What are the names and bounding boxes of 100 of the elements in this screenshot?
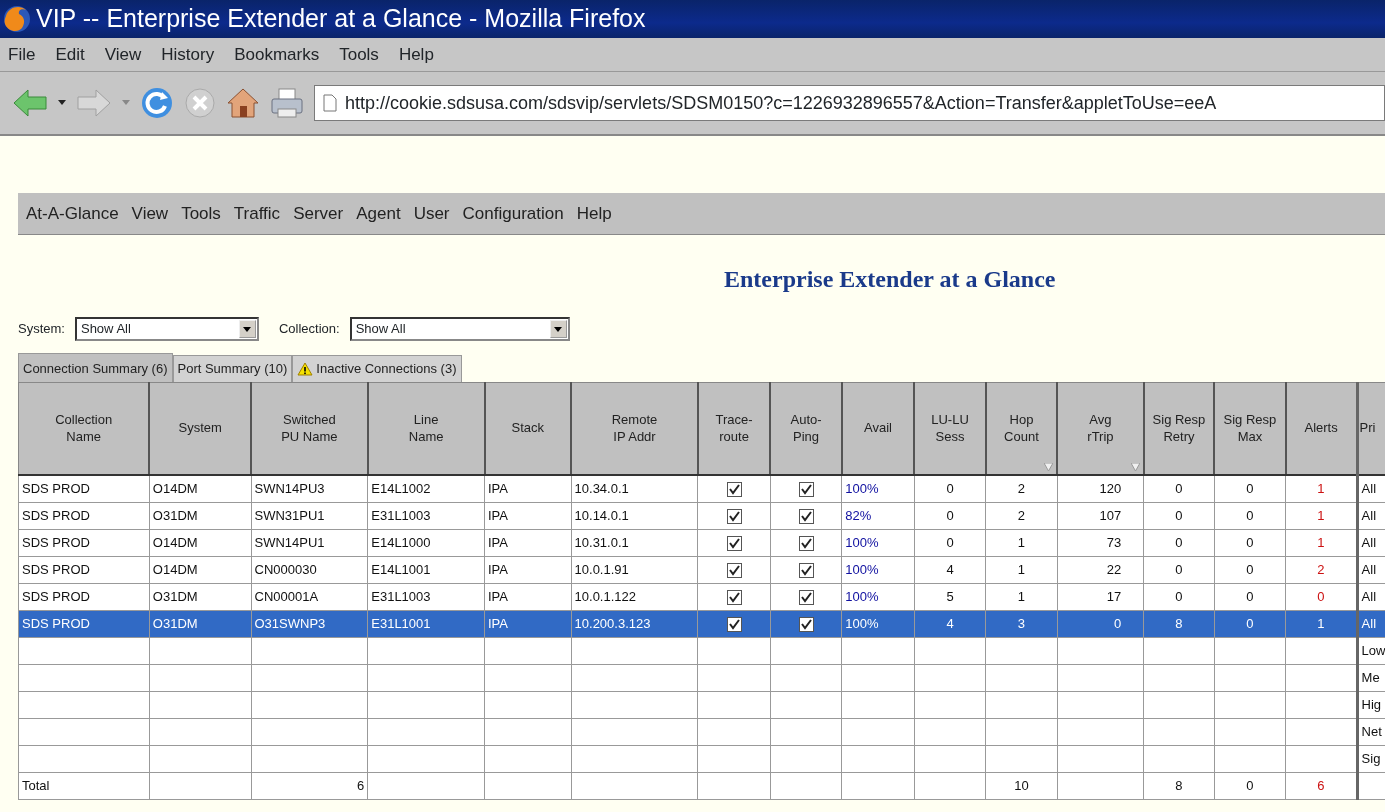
checkbox[interactable] <box>726 589 742 605</box>
column-header[interactable]: Hop Count <box>985 382 1058 475</box>
reload-icon[interactable] <box>140 86 174 120</box>
table-cell: 17 <box>1106 588 1122 604</box>
menu-item[interactable]: Tools <box>339 41 379 68</box>
address-field[interactable]: http://cookie.sdsusa.com/sdsvip/servlets/SDSM0150?c=1226932896557&Action=Transfer&appletToUse=eeA <box>314 85 1385 121</box>
checkbox[interactable] <box>726 508 742 524</box>
table-cell: 3 <box>1017 615 1026 631</box>
menu-item[interactable]: Bookmarks <box>234 41 320 68</box>
table-cell: 10.14.0.1 <box>574 507 629 523</box>
menu-item[interactable]: View <box>104 41 142 68</box>
menu-item[interactable]: Edit <box>55 41 85 68</box>
table-cell: 0 <box>1175 588 1183 604</box>
browser-logo-icon <box>2 4 32 34</box>
table-cell: 2 <box>1017 481 1026 496</box>
checkbox[interactable] <box>726 616 742 632</box>
total-cell: 6 <box>1317 777 1325 793</box>
table-cell: 10.34.0.1 <box>574 481 629 496</box>
printer-icon[interactable] <box>270 87 304 119</box>
table-cell: SWN31PU1 <box>254 507 325 523</box>
column-header[interactable]: Switched PU Name <box>251 382 368 475</box>
table-cell: 22 <box>1106 561 1122 577</box>
tab[interactable]: Port Summary (10) <box>172 355 293 382</box>
menu-item[interactable]: At-A-Glance <box>26 200 119 227</box>
column-header[interactable]: Collection Name <box>18 382 150 475</box>
total-cell: 6 <box>357 777 365 793</box>
table-cell: 100% <box>845 588 879 604</box>
column-header[interactable]: Avg rTrip <box>1057 382 1144 475</box>
checkbox[interactable] <box>798 535 814 551</box>
table-cell: SDS PROD <box>22 615 90 631</box>
column-header[interactable]: Remote IP Addr <box>571 382 698 475</box>
checkbox[interactable] <box>726 562 742 578</box>
table-cell: O14DM <box>152 534 198 550</box>
table-cell: E14L1000 <box>371 534 431 550</box>
column-header[interactable]: Alerts <box>1285 382 1358 475</box>
column-header[interactable]: Auto- Ping <box>770 382 842 475</box>
sort-arrow-icon <box>1130 463 1140 471</box>
table-cell: 0 <box>1246 481 1254 496</box>
checkbox[interactable] <box>798 508 814 524</box>
table-cell: 0 <box>1246 507 1254 523</box>
table-cell: 0 <box>1175 561 1183 577</box>
menu-item[interactable]: Help <box>398 41 434 68</box>
menu-item[interactable]: View <box>131 200 169 227</box>
table-cell: 0 <box>946 507 954 523</box>
table-cell: 4 <box>946 561 954 577</box>
filter-dropdown[interactable]: Show All <box>74 317 259 341</box>
menu-item[interactable]: Tools <box>181 200 221 227</box>
tab[interactable]: Connection Summary (6) <box>18 353 173 382</box>
menu-item[interactable]: Configuration <box>462 200 564 227</box>
dropdown-arrow-icon <box>243 326 252 332</box>
home-icon[interactable] <box>226 87 260 119</box>
checkbox[interactable] <box>798 482 814 498</box>
menu-item[interactable]: Help <box>576 200 612 227</box>
tab[interactable]: Inactive Connections (3) <box>292 355 462 382</box>
table-cell: IPA <box>488 481 508 496</box>
table-cell: 73 <box>1106 534 1122 550</box>
table-cell: 100% <box>845 481 879 496</box>
page-heading: Enterprise Extender at a Glance <box>724 265 1056 294</box>
column-header[interactable]: Line Name <box>367 382 485 475</box>
column-header[interactable]: Sig Resp Max <box>1214 382 1286 475</box>
column-header[interactable]: Trace- route <box>697 382 771 475</box>
column-header[interactable]: Pri <box>1357 382 1385 475</box>
table-cell: 1 <box>1317 615 1325 631</box>
table-cell: E31L1003 <box>371 588 431 604</box>
checkbox[interactable] <box>726 535 742 551</box>
column-header[interactable]: Sig Resp Retry <box>1143 382 1215 475</box>
caret-icon[interactable] <box>58 100 66 106</box>
checkbox[interactable] <box>798 616 814 632</box>
table-cell: 0 <box>1175 481 1183 496</box>
menu-item[interactable]: Agent <box>356 200 401 227</box>
column-header[interactable]: LU-LU Sess <box>914 382 986 475</box>
table-cell: O31SWNP3 <box>254 615 326 631</box>
table-cell: SDS PROD <box>22 534 90 550</box>
table-cell: IPA <box>488 507 508 523</box>
table-cell: 0 <box>1246 534 1254 550</box>
table-cell: 82% <box>845 507 872 523</box>
table-cell: SWN14PU3 <box>254 481 325 496</box>
column-header[interactable]: System <box>149 382 251 475</box>
column-header[interactable]: Stack <box>484 382 572 475</box>
table-cell: O14DM <box>152 481 198 496</box>
checkbox[interactable] <box>798 562 814 578</box>
menu-item[interactable]: Server <box>293 200 344 227</box>
table-cell: 0 <box>1175 534 1183 550</box>
menu-item[interactable]: History <box>161 41 215 68</box>
column-header[interactable]: Avail <box>841 382 915 475</box>
table-cell: 0 <box>1114 615 1122 631</box>
filter-dropdown[interactable]: Show All <box>349 317 570 341</box>
menu-item[interactable]: File <box>8 41 36 68</box>
menu-item[interactable]: Traffic <box>233 200 281 227</box>
checkbox[interactable] <box>726 482 742 498</box>
table-cell: E31L1003 <box>371 507 431 523</box>
window-title: VIP -- Enterprise Extender at a Glance - Mozilla Firefox <box>36 3 646 35</box>
checkbox[interactable] <box>798 589 814 605</box>
table-cell: O31DM <box>152 507 198 523</box>
dropdown-arrow-icon <box>554 326 563 332</box>
total-cell: 10 <box>1014 777 1029 793</box>
table-cell: 0 <box>1317 588 1325 604</box>
table-cell: 100% <box>845 561 879 577</box>
table-cell: SDS PROD <box>22 588 90 604</box>
menu-item[interactable]: User <box>413 200 450 227</box>
